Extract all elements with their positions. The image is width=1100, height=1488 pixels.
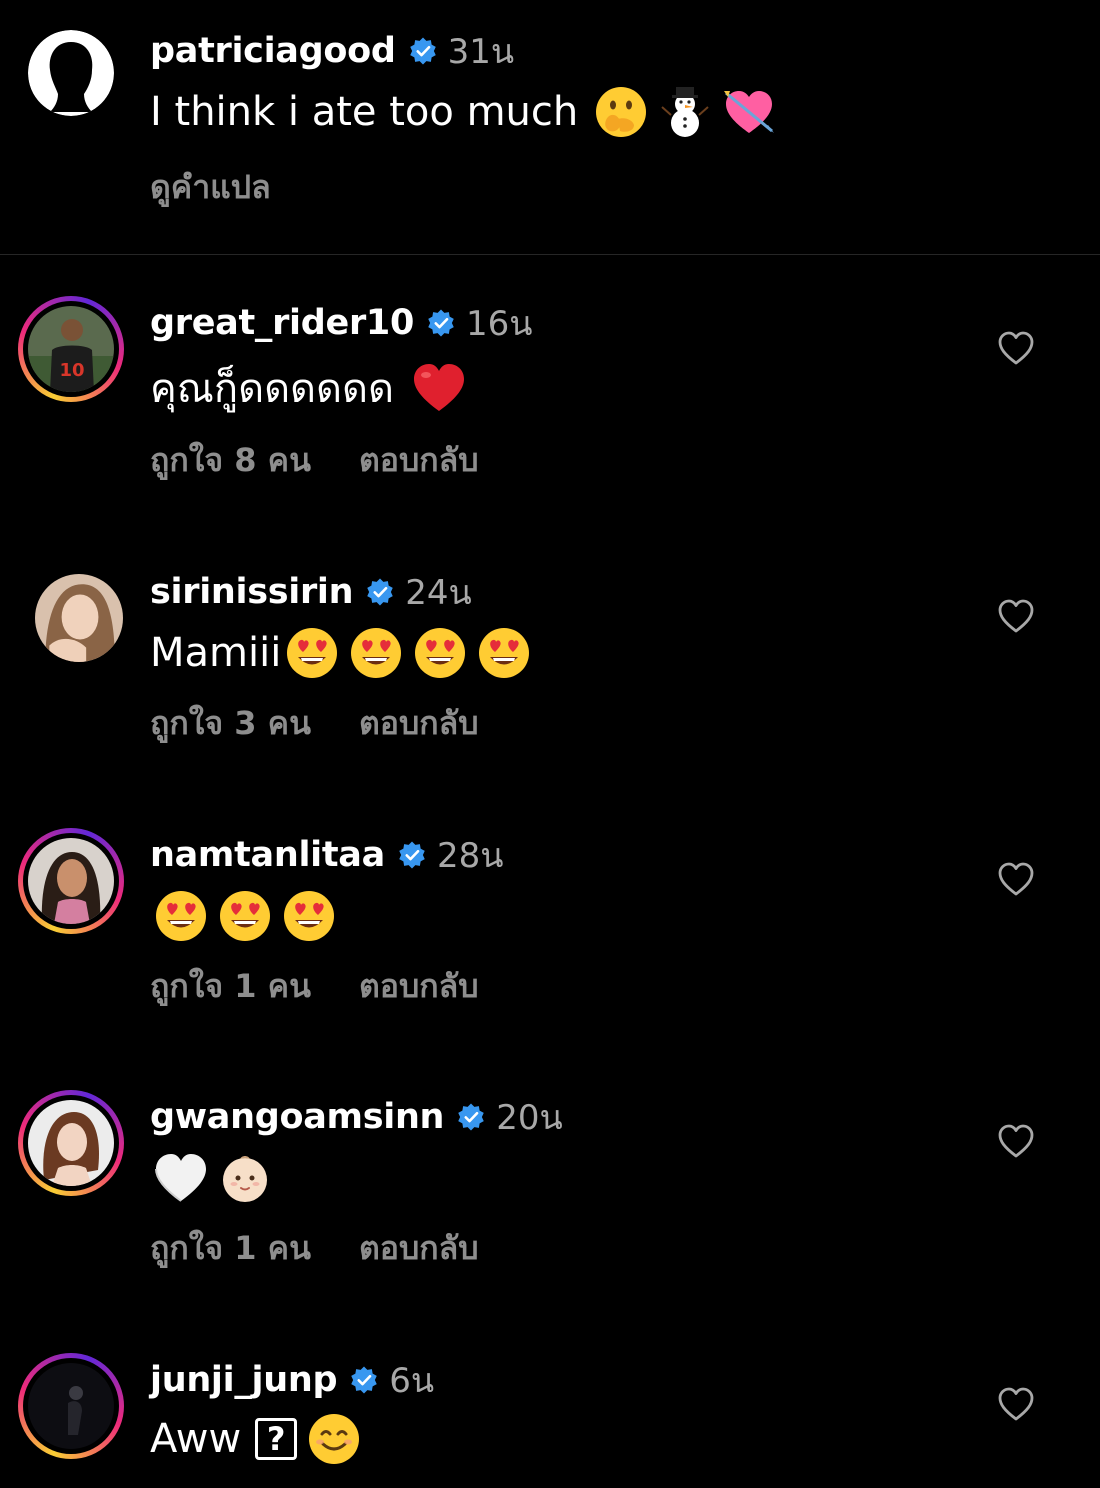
comment-text-body: Mamiii (150, 630, 282, 676)
like-heart-icon[interactable] (996, 328, 1036, 368)
heart-eyes-emoji (154, 889, 208, 943)
comment-meta: ถูกใจ 8 คน ตอบกลับ (150, 435, 479, 485)
timestamp: 28น (436, 836, 504, 876)
see-translation-link[interactable]: ดูคำแปล (150, 162, 271, 213)
reply-button[interactable]: ตอบกลับ (359, 698, 479, 749)
comment-item: gwangoamsinn 20น ถูกใจ 1 คน ตอบกลับ (0, 1090, 1100, 1300)
timestamp: 24น (405, 573, 472, 613)
username[interactable]: great_rider10 (150, 303, 414, 343)
avatar-photo-image (28, 1100, 114, 1186)
comment-header: great_rider10 16น (150, 298, 533, 348)
comment-meta: ถูกใจ 1 คน ตอบกลับ (150, 1223, 479, 1273)
reply-button[interactable]: ตอบกลับ (359, 435, 479, 486)
comment-text (150, 884, 336, 948)
heart-eyes-emoji (282, 889, 336, 943)
timestamp: 16น (466, 304, 533, 344)
snowman-emoji (658, 85, 712, 139)
comment-header: namtanlitaa 28น (150, 830, 503, 880)
likes-count[interactable]: ถูกใจ 8 คน (150, 435, 311, 486)
white-heart-emoji (154, 1151, 208, 1205)
like-heart-icon[interactable] (996, 1121, 1036, 1161)
comment-text-body: คุณกู็ดดดดดด (150, 366, 394, 412)
comment-header: sirinissirin 24น (150, 567, 472, 617)
avatar[interactable]: 10 (18, 296, 124, 402)
timestamp: 31น (447, 32, 515, 72)
comment-text: Mamiii (150, 621, 531, 685)
verified-badge-icon (349, 1365, 379, 1395)
comment-text: Aww ? (150, 1407, 361, 1471)
baby-face-emoji (218, 1151, 272, 1205)
caption-header: patriciagood 31น (150, 26, 514, 76)
username[interactable]: namtanlitaa (150, 835, 385, 875)
comment-item: 10 great_rider10 16น คุณกู็ดดดดดด ถูกใจ … (0, 296, 1100, 506)
heart-eyes-emoji (285, 626, 339, 680)
like-heart-icon[interactable] (996, 859, 1036, 899)
reply-button[interactable]: ตอบกลับ (359, 961, 479, 1012)
avatar[interactable] (18, 1353, 124, 1459)
red-heart-emoji (412, 361, 466, 415)
username[interactable]: sirinissirin (150, 572, 354, 612)
smiling-face-emoji (307, 1412, 361, 1466)
verified-badge-icon (408, 36, 438, 66)
heart-eyes-emoji (477, 626, 531, 680)
avatar[interactable] (18, 20, 124, 126)
avatar-photo-image: 10 (28, 306, 114, 392)
comment-meta: ถูกใจ 1 คน ตอบกลับ (150, 961, 479, 1011)
heart-eyes-emoji (413, 626, 467, 680)
avatar-silhouette-image (28, 30, 114, 116)
verified-badge-icon (456, 1102, 486, 1132)
comment-item: namtanlitaa 28น ถูกใจ 1 คน ตอบกลับ (0, 828, 1100, 1038)
avatar-photo-image (28, 838, 114, 924)
divider (0, 254, 1100, 255)
verified-badge-icon (365, 577, 395, 607)
caption-text-body: I think i ate too much (150, 89, 579, 135)
face-with-hand-over-mouth-emoji (594, 85, 648, 139)
username[interactable]: gwangoamsinn (150, 1097, 444, 1137)
timestamp: 6น (389, 1361, 435, 1401)
heart-with-arrow-emoji (722, 85, 776, 139)
comment-meta: ถูกใจ 3 คน ตอบกลับ (150, 698, 479, 748)
likes-count[interactable]: ถูกใจ 1 คน (150, 961, 311, 1012)
caption-text: I think i ate too much (150, 80, 776, 144)
avatar[interactable] (18, 565, 124, 671)
like-heart-icon[interactable] (996, 1384, 1036, 1424)
comment-header: gwangoamsinn 20น (150, 1092, 563, 1142)
timestamp: 20น (496, 1098, 563, 1138)
unknown-glyph-box: ? (255, 1418, 298, 1460)
likes-count[interactable]: ถูกใจ 1 คน (150, 1223, 311, 1274)
likes-count[interactable]: ถูกใจ 3 คน (150, 698, 311, 749)
avatar-photo-image (28, 1363, 114, 1449)
reply-button[interactable]: ตอบกลับ (359, 1223, 479, 1274)
comment-text-body: Aww (150, 1416, 242, 1462)
comment-text: คุณกู็ดดดดดด (150, 356, 466, 420)
comment-item: sirinissirin 24น Mamiii ถูกใจ 3 คน ตอบกล… (0, 565, 1100, 775)
caption-block: patriciagood 31น I think i ate too much … (0, 0, 1100, 255)
svg-text:10: 10 (59, 360, 84, 381)
like-heart-icon[interactable] (996, 596, 1036, 636)
avatar[interactable] (18, 828, 124, 934)
avatar-photo-image (35, 574, 123, 662)
comment-item: junji_junp 6น Aww ? (0, 1353, 1100, 1488)
username[interactable]: patriciagood (150, 31, 396, 71)
verified-badge-icon (426, 308, 456, 338)
comment-text (150, 1146, 272, 1210)
heart-eyes-emoji (218, 889, 272, 943)
heart-eyes-emoji (349, 626, 403, 680)
comment-header: junji_junp 6น (150, 1355, 434, 1405)
verified-badge-icon (397, 840, 427, 870)
username[interactable]: junji_junp (150, 1360, 338, 1400)
avatar[interactable] (18, 1090, 124, 1196)
